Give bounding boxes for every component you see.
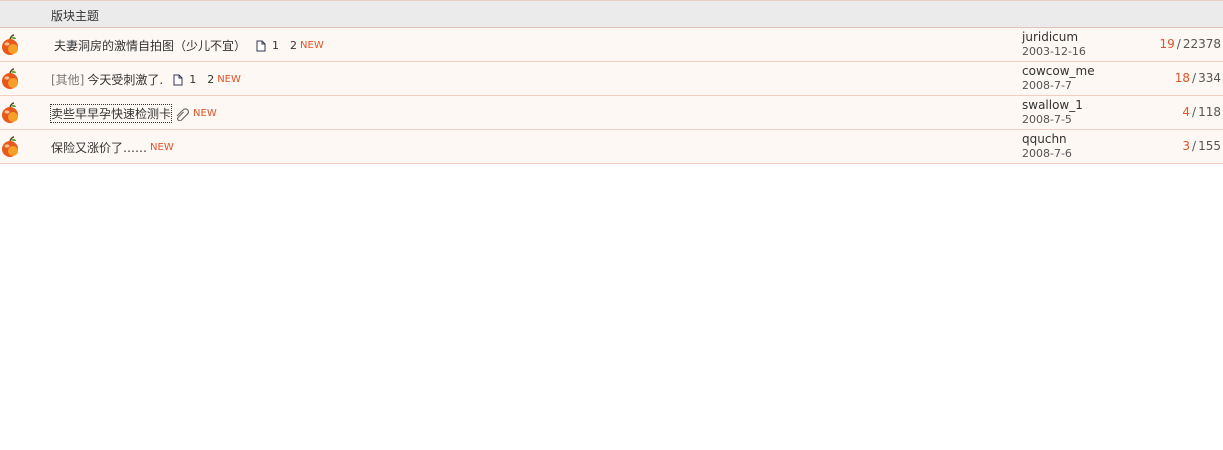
paperclip-icon bbox=[174, 107, 190, 121]
view-count: 334 bbox=[1198, 71, 1221, 85]
page-link-2[interactable]: 2 bbox=[207, 73, 214, 86]
thread-list: 版块主题 夫妻洞房的激情自拍图（少儿不宜） 1 2 NEW juridicum … bbox=[0, 0, 1223, 164]
thread-author: swallow_1 2008-7-5 bbox=[1022, 98, 1083, 127]
new-badge: NEW bbox=[150, 142, 174, 153]
thread-title-link[interactable]: 卖些早早孕快速检测卡 bbox=[49, 104, 173, 123]
apple-folder-icon[interactable] bbox=[0, 34, 22, 56]
thread-subject: 卖些早早孕快速检测卡 NEW bbox=[49, 104, 217, 123]
page-link-2[interactable]: 2 bbox=[290, 39, 297, 52]
stats-separator: / bbox=[1192, 139, 1197, 153]
page-icon bbox=[173, 74, 183, 86]
new-badge: NEW bbox=[193, 108, 217, 119]
thread-title-link[interactable]: 今天受刺激了. bbox=[87, 71, 163, 88]
author-name[interactable]: juridicum bbox=[1022, 30, 1086, 44]
post-date: 2008-7-5 bbox=[1022, 113, 1072, 126]
new-badge: NEW bbox=[300, 40, 324, 51]
stats-separator: / bbox=[1192, 71, 1197, 85]
new-badge: NEW bbox=[217, 74, 241, 85]
thread-stats: 3/155 bbox=[1111, 139, 1221, 153]
thread-author: cowcow_me 2008-7-7 bbox=[1022, 64, 1095, 93]
thread-author: juridicum 2003-12-16 bbox=[1022, 30, 1086, 59]
thread-stats: 4/118 bbox=[1111, 105, 1221, 119]
author-name[interactable]: swallow_1 bbox=[1022, 98, 1083, 112]
thread-subject: 保险又涨价了…… NEW bbox=[51, 139, 174, 156]
thread-stats: 19/22378 bbox=[1111, 37, 1221, 51]
reply-count: 19 bbox=[1159, 37, 1175, 51]
thread-stats: 18/334 bbox=[1111, 71, 1221, 85]
post-date: 2008-7-6 bbox=[1022, 147, 1072, 160]
thread-subject: [其他] 今天受刺激了. 1 2 NEW bbox=[51, 71, 241, 88]
author-name[interactable]: cowcow_me bbox=[1022, 64, 1095, 78]
thread-type[interactable]: [其他] bbox=[51, 71, 84, 88]
thread-row: [其他] 今天受刺激了. 1 2 NEW cowcow_me 2008-7-7 … bbox=[0, 62, 1223, 96]
thread-title-link[interactable]: 夫妻洞房的激情自拍图（少儿不宜） bbox=[54, 37, 246, 54]
thread-subject: 夫妻洞房的激情自拍图（少儿不宜） 1 2 NEW bbox=[51, 37, 324, 54]
apple-folder-icon[interactable] bbox=[0, 68, 22, 90]
stats-separator: / bbox=[1176, 37, 1181, 51]
reply-count: 18 bbox=[1174, 71, 1191, 85]
page-link-1[interactable]: 1 bbox=[272, 39, 279, 52]
column-title: 版块主题 bbox=[51, 9, 100, 23]
view-count: 118 bbox=[1198, 105, 1221, 119]
post-date: 2003-12-16 bbox=[1022, 45, 1086, 58]
view-count: 22378 bbox=[1182, 37, 1221, 51]
page-link-1[interactable]: 1 bbox=[189, 73, 196, 86]
view-count: 155 bbox=[1198, 139, 1221, 153]
thread-list-header: 版块主题 bbox=[0, 0, 1223, 28]
thread-row: 夫妻洞房的激情自拍图（少儿不宜） 1 2 NEW juridicum 2003-… bbox=[0, 28, 1223, 62]
apple-folder-icon[interactable] bbox=[0, 136, 22, 158]
thread-row: 保险又涨价了…… NEW qquchn 2008-7-6 3/155 bbox=[0, 130, 1223, 164]
post-date: 2008-7-7 bbox=[1022, 79, 1072, 92]
thread-author: qquchn 2008-7-6 bbox=[1022, 132, 1072, 161]
stats-separator: / bbox=[1192, 105, 1197, 119]
thread-title-link[interactable]: 保险又涨价了…… bbox=[51, 139, 147, 156]
reply-count: 4 bbox=[1182, 105, 1191, 119]
author-name[interactable]: qquchn bbox=[1022, 132, 1072, 146]
thread-row: 卖些早早孕快速检测卡 NEW swallow_1 2008-7-5 4/118 bbox=[0, 96, 1223, 130]
reply-count: 3 bbox=[1182, 139, 1191, 153]
apple-folder-icon[interactable] bbox=[0, 102, 22, 124]
page-icon bbox=[256, 40, 266, 52]
